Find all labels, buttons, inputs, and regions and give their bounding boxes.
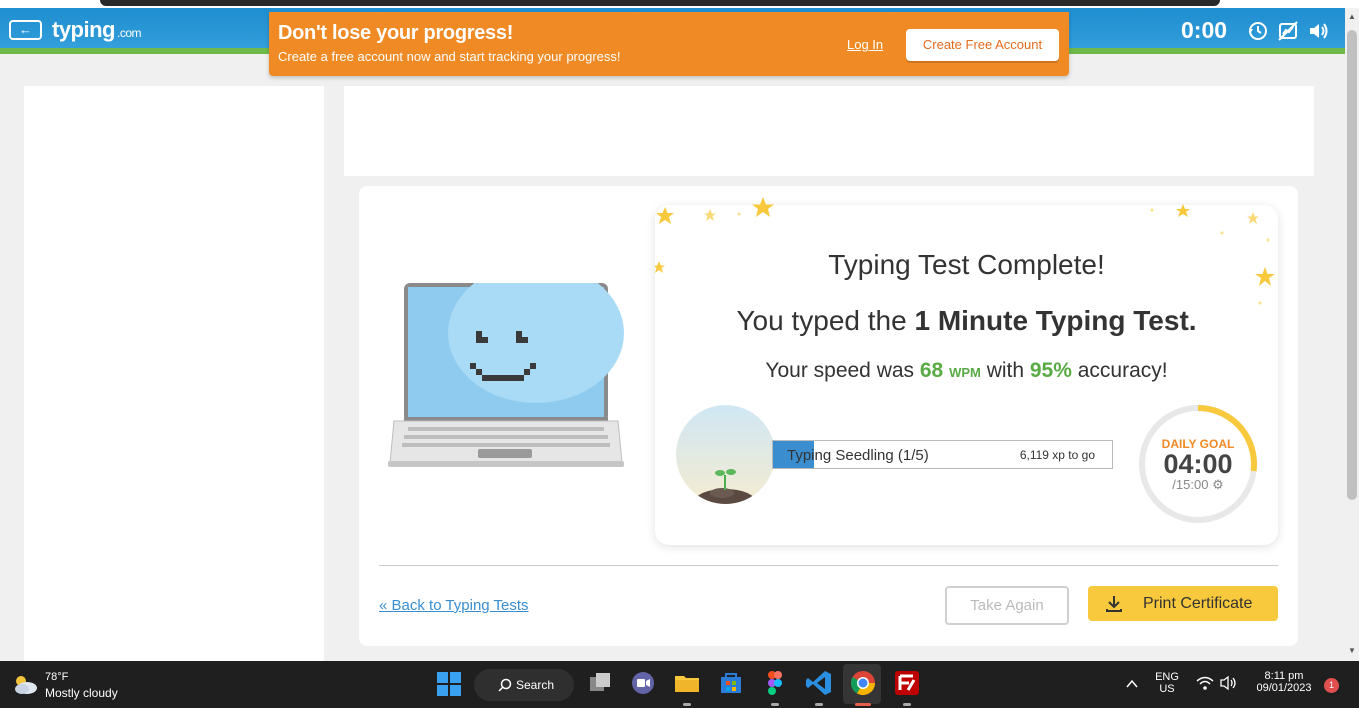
wifi-icon[interactable] — [1196, 675, 1214, 691]
daily-goal-time: 04:00 — [1163, 449, 1233, 479]
wpm-unit: WPM — [949, 365, 981, 380]
app-running-indicator — [903, 703, 911, 706]
lang-top: ENG — [1155, 671, 1179, 683]
level-name: Typing Seedling (1/5) — [787, 447, 929, 464]
filezilla-icon[interactable] — [893, 669, 921, 697]
laptop-illustration — [388, 283, 624, 467]
take-again-button[interactable]: Take Again — [945, 586, 1069, 625]
logo-suffix: .com — [117, 26, 142, 40]
top-ad-panel — [344, 86, 1314, 176]
cloudy-weather-icon[interactable] — [12, 672, 38, 696]
clock[interactable]: 8:11 pm 09/01/2023 — [1248, 670, 1320, 694]
speed-prefix: Your speed was — [765, 359, 920, 382]
results-speed-line: Your speed was 68 WPM with 95% accuracy! — [655, 359, 1278, 383]
windows-start-icon[interactable] — [435, 670, 463, 698]
signup-promo-banner: Don't lose your progress! Create a free … — [269, 12, 1069, 76]
chrome-icon[interactable] — [849, 669, 877, 697]
seedling-badge — [676, 405, 775, 504]
back-button[interactable]: ← — [9, 20, 42, 40]
scroll-up-arrow[interactable]: ▲ — [1347, 12, 1357, 22]
app-running-indicator — [771, 703, 779, 706]
chevron-up-icon[interactable] — [1125, 677, 1139, 691]
login-link[interactable]: Log In — [847, 37, 883, 52]
notification-badge[interactable]: 1 — [1324, 678, 1339, 693]
daily-goal-total-text: /15:00 — [1172, 477, 1209, 492]
speed-suffix: accuracy! — [1071, 359, 1168, 382]
scroll-thumb[interactable] — [1347, 30, 1357, 500]
speed-mid: with — [980, 359, 1030, 382]
search-icon — [498, 678, 512, 692]
figma-icon[interactable] — [761, 669, 789, 697]
speaker-icon[interactable] — [1220, 675, 1238, 691]
site-logo[interactable]: typing .com — [52, 17, 142, 43]
promo-title: Don't lose your progress! — [278, 22, 514, 44]
left-sidebar-panel — [24, 86, 324, 661]
windows-taskbar: 78°F Mostly cloudy Search ENG US 8:11 pm… — [0, 661, 1359, 708]
xp-to-go: 6,119 xp to go — [1019, 448, 1095, 462]
weather-temperature[interactable]: 78°F — [45, 671, 68, 683]
app-running-indicator — [683, 703, 691, 706]
browser-tab-strip — [100, 0, 1220, 6]
clock-time: 8:11 pm — [1264, 670, 1304, 682]
stars-decoration — [655, 197, 1275, 305]
microsoft-store-icon[interactable] — [717, 669, 745, 697]
app-running-indicator — [815, 703, 823, 706]
print-certificate-button[interactable]: Print Certificate — [1088, 586, 1278, 621]
scroll-down-arrow[interactable]: ▼ — [1347, 646, 1357, 656]
weather-description[interactable]: Mostly cloudy — [45, 686, 118, 700]
file-explorer-icon[interactable] — [673, 669, 701, 697]
print-certificate-label: Print Certificate — [1143, 595, 1253, 612]
promo-subtitle: Create a free account now and start trac… — [278, 49, 621, 64]
taskbar-search-label: Search — [516, 678, 555, 692]
page-scrollbar[interactable]: ▲ ▼ — [1345, 8, 1359, 661]
lang-bottom: US — [1159, 683, 1175, 695]
app-active-indicator — [855, 703, 871, 706]
history-icon[interactable] — [1247, 20, 1269, 42]
create-account-button[interactable]: Create Free Account — [906, 29, 1059, 61]
browser-top-strip — [0, 0, 1359, 8]
volume-icon[interactable] — [1307, 20, 1329, 42]
download-icon — [1106, 596, 1122, 612]
logo-text: typing — [52, 17, 116, 42]
clock-date: 09/01/2023 — [1256, 682, 1312, 694]
divider — [379, 565, 1278, 566]
teams-chat-icon[interactable] — [629, 669, 657, 697]
daily-goal-total: /15:00 ⚙ — [1138, 477, 1258, 493]
gear-icon[interactable]: ⚙ — [1212, 477, 1224, 492]
wpm-value: 68 — [919, 359, 944, 382]
language-indicator[interactable]: ENG US — [1150, 671, 1184, 695]
stats-off-icon[interactable] — [1277, 20, 1299, 42]
vscode-icon[interactable] — [805, 669, 833, 697]
task-view-icon[interactable] — [586, 669, 614, 697]
timer-display: 0:00 — [1181, 17, 1228, 43]
level-progress-bar: Typing Seedling (1/5) 6,119 xp to go — [772, 440, 1113, 469]
accuracy-value: 95% — [1029, 359, 1072, 382]
back-to-tests-link[interactable]: « Back to Typing Tests — [379, 597, 529, 614]
taskbar-search[interactable]: Search — [474, 669, 574, 701]
